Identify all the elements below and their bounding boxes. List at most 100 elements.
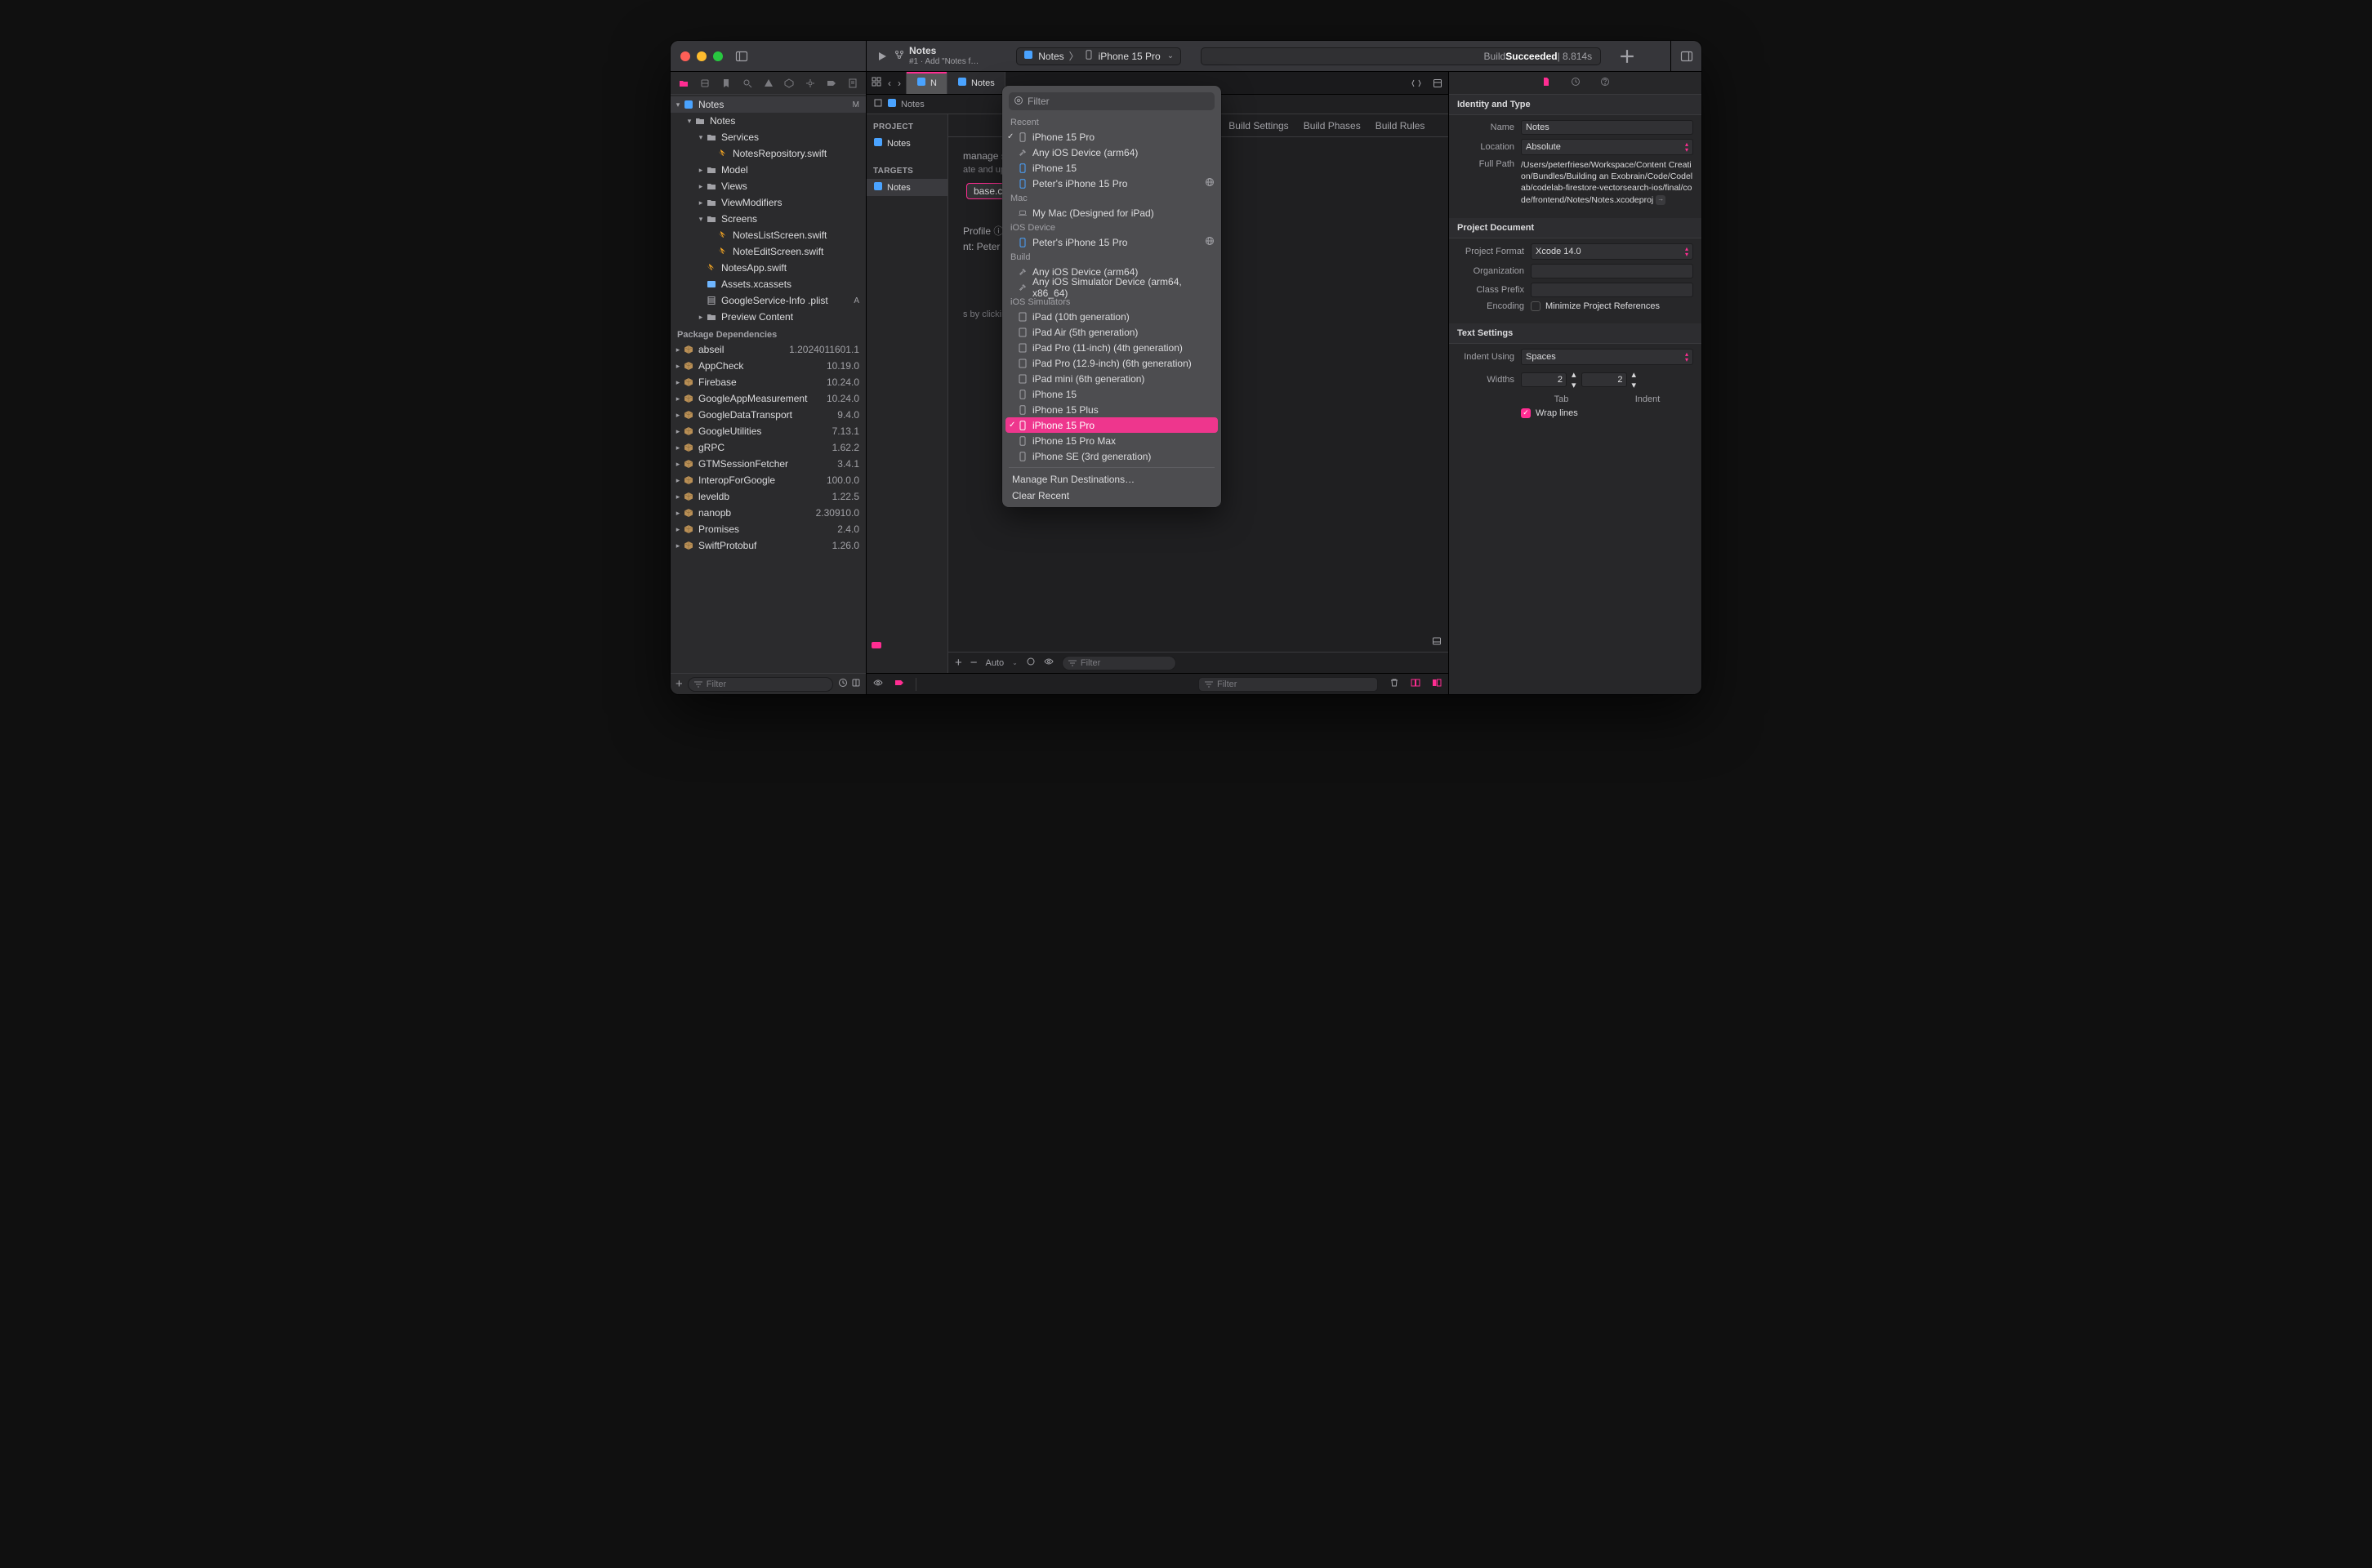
disclosure-icon[interactable]: ▾ [674, 100, 682, 109]
disclosure-icon[interactable]: ▸ [674, 362, 682, 371]
dependency-item[interactable]: ▸ abseil 1.2024011601.1 [671, 341, 866, 358]
tree-item[interactable]: ▸ Views [671, 178, 866, 194]
issue-nav-icon[interactable] [762, 77, 775, 90]
auto-label[interactable]: Auto [986, 658, 1005, 668]
dependency-item[interactable]: ▸ leveldb 1.22.5 [671, 488, 866, 505]
tab-build-rules[interactable]: Build Rules [1375, 120, 1425, 131]
source-control-nav-icon[interactable] [698, 77, 711, 90]
disclosure-icon[interactable]: ▾ [697, 133, 705, 142]
destination-option[interactable]: iPhone SE (3rd generation) [1002, 448, 1221, 464]
destination-option[interactable]: iPhone 15 Plus [1002, 402, 1221, 417]
tree-item[interactable]: Assets.xcassets [671, 276, 866, 292]
disclosure-icon[interactable]: ▸ [674, 460, 682, 469]
related-items-icon[interactable] [872, 77, 881, 89]
destination-option[interactable]: ✓ iPhone 15 Pro [1005, 417, 1218, 433]
wrap-checkbox[interactable]: ✓ [1521, 408, 1531, 418]
tree-item[interactable]: ▸ ViewModifiers [671, 194, 866, 211]
eye-icon[interactable] [873, 678, 883, 690]
disclosure-icon[interactable]: ▸ [674, 411, 682, 420]
compare-icon[interactable] [1406, 72, 1427, 94]
classprefix-field[interactable] [1531, 283, 1693, 297]
dependency-item[interactable]: ▸ GoogleDataTransport 9.4.0 [671, 407, 866, 423]
org-field[interactable] [1531, 264, 1693, 278]
destination-option[interactable]: My Mac (Designed for iPad) [1002, 205, 1221, 220]
tree-item[interactable]: GoogleService-Info .plistA [671, 292, 866, 309]
dependency-item[interactable]: ▸ AppCheck 10.19.0 [671, 358, 866, 374]
tree-item[interactable]: ▾ Notes [671, 113, 866, 129]
editor-tab-active[interactable]: N [907, 72, 947, 94]
variables-view-icon[interactable] [1411, 678, 1420, 690]
destination-option[interactable]: iPhone 15 Pro Max [1002, 433, 1221, 448]
destination-option[interactable]: Any iOS Simulator Device (arm64, x86_64) [1002, 279, 1221, 295]
disclosure-icon[interactable]: ▸ [674, 525, 682, 534]
library-button[interactable] [1618, 47, 1636, 65]
format-select[interactable]: Xcode 14.0▴▾ [1531, 243, 1693, 260]
minimize-window[interactable] [697, 51, 707, 61]
debug-nav-icon[interactable] [804, 77, 817, 90]
clock-icon[interactable] [838, 678, 848, 690]
trash-icon[interactable] [1389, 678, 1399, 690]
destination-option[interactable]: iPad (10th generation) [1002, 309, 1221, 324]
indent-width[interactable]: 2 [1581, 372, 1627, 387]
destination-option[interactable]: Peter's iPhone 15 Pro [1002, 234, 1221, 250]
tree-root[interactable]: ▾ Notes M [671, 96, 866, 113]
eye-icon[interactable] [1044, 657, 1054, 669]
editor-options-icon[interactable] [1427, 72, 1448, 94]
project-nav-icon[interactable] [677, 77, 690, 90]
tree-item[interactable]: ▸ Model [671, 162, 866, 178]
destination-option[interactable]: iPad Pro (12.9-inch) (6th generation) [1002, 355, 1221, 371]
sidebar-project-item[interactable]: Notes [867, 135, 947, 152]
zoom-window[interactable] [713, 51, 723, 61]
test-nav-icon[interactable] [782, 77, 796, 90]
disclosure-icon[interactable]: ▸ [674, 394, 682, 403]
destination-option[interactable]: iPad mini (6th generation) [1002, 371, 1221, 386]
disclosure-icon[interactable]: ▸ [697, 182, 705, 191]
tree-item[interactable]: ▾ Services [671, 129, 866, 145]
tree-item[interactable]: ▸ Preview Content [671, 309, 866, 325]
destination-option[interactable]: iPhone 15 [1002, 386, 1221, 402]
remove-target-button[interactable]: − [970, 656, 978, 670]
scheme-selector[interactable]: Notes 〉 iPhone 15 Pro ⌄ [1016, 47, 1181, 65]
tree-item[interactable]: NotesApp.swift [671, 260, 866, 276]
navigator-filter[interactable]: Filter [688, 677, 833, 692]
file-inspector-icon[interactable] [1541, 77, 1551, 89]
disclosure-icon[interactable]: ▸ [674, 509, 682, 518]
breakpoint-toggle-icon[interactable] [894, 678, 904, 690]
help-inspector-icon[interactable] [1600, 77, 1610, 89]
dependency-item[interactable]: ▸ gRPC 1.62.2 [671, 439, 866, 456]
tab-width[interactable]: 2 [1521, 372, 1567, 387]
toggle-inspector-icon[interactable] [1678, 47, 1696, 65]
tree-item[interactable]: NotesListScreen.swift [671, 227, 866, 243]
report-nav-icon[interactable] [846, 77, 859, 90]
disclosure-icon[interactable]: ▸ [674, 541, 682, 550]
name-field[interactable] [1521, 120, 1693, 135]
console-view-icon[interactable] [1432, 678, 1442, 690]
tree-item[interactable]: NoteEditScreen.swift [671, 243, 866, 260]
console-filter[interactable]: Filter [1198, 677, 1378, 692]
project-tree[interactable]: ▾ Notes M ▾ Notes ▾ Services NotesReposi… [671, 95, 866, 673]
minimap-icon[interactable] [873, 98, 883, 110]
destination-option[interactable]: ✓ iPhone 15 Pro [1002, 129, 1221, 145]
dependency-item[interactable]: ▸ Firebase 10.24.0 [671, 374, 866, 390]
destination-option[interactable]: iPad Air (5th generation) [1002, 324, 1221, 340]
disclosure-icon[interactable]: ▸ [674, 476, 682, 485]
find-nav-icon[interactable] [741, 77, 754, 90]
destination-option[interactable]: Peter's iPhone 15 Pro [1002, 176, 1221, 191]
disclosure-icon[interactable]: ▸ [674, 378, 682, 387]
destination-option[interactable]: iPad Pro (11-inch) (4th generation) [1002, 340, 1221, 355]
dependency-item[interactable]: ▸ GTMSessionFetcher 3.4.1 [671, 456, 866, 472]
scm-filter-icon[interactable] [851, 678, 861, 690]
disclosure-icon[interactable]: ▸ [674, 492, 682, 501]
tree-item[interactable]: ▾ Screens [671, 211, 866, 227]
breakpoint-nav-icon[interactable] [825, 77, 838, 90]
disclosure-icon[interactable]: ▸ [674, 427, 682, 436]
history-inspector-icon[interactable] [1571, 77, 1581, 89]
tab-build-settings[interactable]: Build Settings [1228, 120, 1288, 131]
reveal-path-button[interactable]: → [1656, 195, 1665, 205]
project-filter[interactable]: Filter [1062, 656, 1176, 670]
disclosure-icon[interactable]: ▸ [674, 443, 682, 452]
run-button[interactable] [873, 47, 891, 65]
tab-build-phases[interactable]: Build Phases [1304, 120, 1361, 131]
dependency-item[interactable]: ▸ GoogleUtilities 7.13.1 [671, 423, 866, 439]
dependency-item[interactable]: ▸ Promises 2.4.0 [671, 521, 866, 537]
